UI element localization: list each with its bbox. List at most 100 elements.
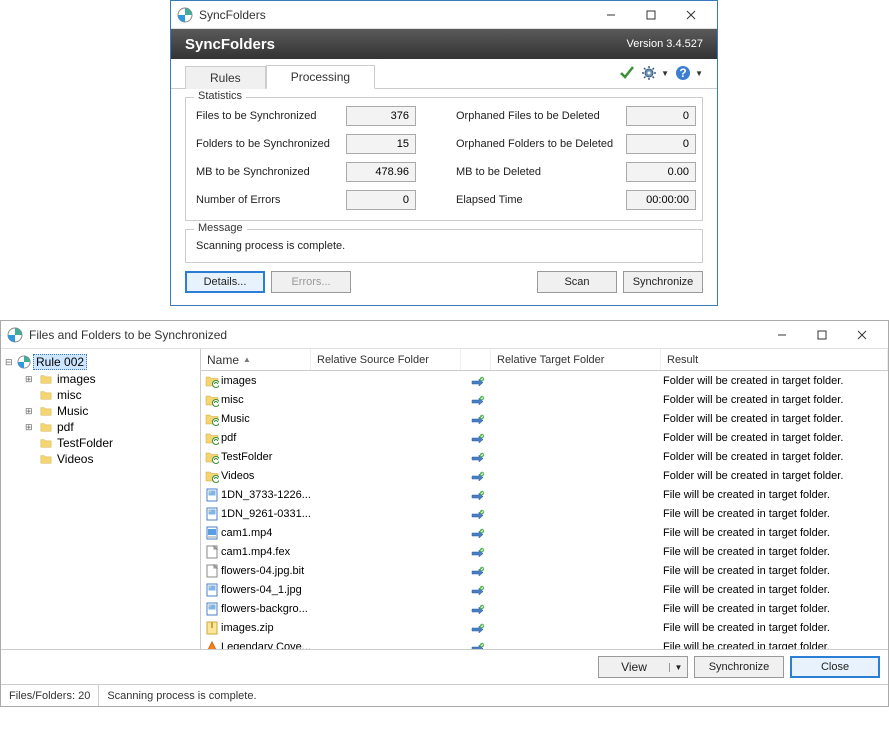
mb-deleted-label: MB to be Deleted [456, 166, 626, 178]
tab-processing[interactable]: Processing [266, 65, 375, 89]
expand-icon[interactable]: ⊞ [25, 422, 35, 433]
file-icon [205, 545, 219, 559]
tree-item[interactable]: misc [3, 387, 198, 403]
footer-buttons: View▼ Synchronize Close [1, 649, 888, 684]
message-text: Scanning process is complete. [196, 238, 692, 252]
errors-value: 0 [346, 190, 416, 210]
synchronize-button[interactable]: Synchronize [694, 656, 784, 678]
tree-root[interactable]: ⊟ Rule 002 [3, 353, 198, 371]
tree-item[interactable]: Videos [3, 451, 198, 467]
mb-sync-label: MB to be Synchronized [196, 166, 346, 178]
dropdown-icon[interactable]: ▼ [669, 663, 687, 672]
folder-icon [205, 412, 219, 426]
list-row[interactable]: 1DN_9261-0331...File will be created in … [201, 504, 888, 523]
version-label: Version 3.4.527 [627, 38, 703, 50]
image-icon [205, 583, 219, 597]
sync-arrow-icon [471, 471, 485, 481]
view-button[interactable]: View▼ [598, 656, 688, 678]
syncfolders-main-window: SyncFolders SyncFolders Version 3.4.527 … [170, 0, 718, 306]
tree-item[interactable]: ⊞pdf [3, 419, 198, 435]
expand-icon[interactable]: ⊞ [25, 374, 35, 385]
orphaned-folders-label: Orphaned Folders to be Deleted [456, 138, 626, 150]
tab-rules[interactable]: Rules [185, 66, 266, 89]
tree-item[interactable]: ⊞Music [3, 403, 198, 419]
minimize-button[interactable] [591, 2, 631, 28]
folder-icon [39, 389, 53, 401]
folder-icon [39, 405, 53, 417]
tree-item[interactable]: ⊞images [3, 371, 198, 387]
list-row[interactable]: VideosFolder will be created in target f… [201, 466, 888, 485]
gear-icon[interactable] [641, 65, 657, 81]
sync-arrow-icon [471, 452, 485, 462]
help-icon[interactable] [675, 65, 691, 81]
list-row[interactable]: pdfFolder will be created in target fold… [201, 428, 888, 447]
message-group: Message Scanning process is complete. [185, 229, 703, 263]
folder-icon [205, 450, 219, 464]
row-result: File will be created in target folder. [663, 565, 888, 577]
expand-icon[interactable]: ⊞ [25, 406, 35, 417]
collapse-icon[interactable]: ⊟ [5, 357, 15, 368]
list-row[interactable]: flowers-backgro...File will be created i… [201, 599, 888, 618]
banner: SyncFolders Version 3.4.527 [171, 29, 717, 59]
row-name: pdf [221, 432, 313, 444]
maximize-button[interactable] [802, 322, 842, 348]
close-button[interactable] [671, 2, 711, 28]
list-row[interactable]: images Folder will be created in target f… [201, 371, 888, 390]
details-button[interactable]: Details... [185, 271, 265, 293]
status-message: Scanning process is complete. [99, 685, 888, 706]
synchronize-button[interactable]: Synchronize [623, 271, 703, 293]
column-name[interactable]: Name▲ [201, 349, 311, 370]
row-result: Folder will be created in target folder. [663, 375, 888, 387]
scan-button[interactable]: Scan [537, 271, 617, 293]
sync-arrow-icon [471, 490, 485, 500]
column-result[interactable]: Result [661, 349, 888, 370]
tab-bar: Rules Processing ▼ ▼ [171, 59, 717, 89]
minimize-button[interactable] [762, 322, 802, 348]
row-name: cam1.mp4 [221, 527, 313, 539]
list-row[interactable]: 1DN_3733-1226...File will be created in … [201, 485, 888, 504]
close-button[interactable] [842, 322, 882, 348]
help-dropdown-icon[interactable]: ▼ [695, 69, 703, 78]
maximize-button[interactable] [631, 2, 671, 28]
list-row[interactable]: cam1.mp4File will be created in target f… [201, 523, 888, 542]
row-name: images.zip [221, 622, 313, 634]
list-row[interactable]: miscFolder will be created in target fol… [201, 390, 888, 409]
window-title: SyncFolders [199, 8, 591, 22]
list-pane: Name▲ Relative Source Folder Relative Ta… [201, 349, 888, 649]
list-row[interactable]: flowers-04_1.jpgFile will be created in … [201, 580, 888, 599]
row-result: Folder will be created in target folder. [663, 451, 888, 463]
gear-dropdown-icon[interactable]: ▼ [661, 69, 669, 78]
close-button[interactable]: Close [790, 656, 880, 678]
tree-root-label[interactable]: Rule 002 [33, 354, 87, 370]
row-result: File will be created in target folder. [663, 508, 888, 520]
image-icon [205, 602, 219, 616]
app-icon [7, 327, 23, 343]
errors-button[interactable]: Errors... [271, 271, 351, 293]
mb-sync-value: 478.96 [346, 162, 416, 182]
list-row[interactable]: images.zipFile will be created in target… [201, 618, 888, 637]
window-title: Files and Folders to be Synchronized [29, 328, 762, 342]
list-row[interactable]: Legendary Cove...File will be created in… [201, 637, 888, 649]
column-target[interactable]: Relative Target Folder [491, 349, 661, 370]
column-action[interactable] [461, 349, 491, 370]
mb-deleted-value: 0.00 [626, 162, 696, 182]
list-header: Name▲ Relative Source Folder Relative Ta… [201, 349, 888, 371]
sync-arrow-icon [471, 585, 485, 595]
folder-icon [39, 373, 53, 385]
row-name: images [221, 375, 313, 387]
folder-icon [39, 421, 53, 433]
sync-arrow-icon [471, 376, 485, 386]
title-bar: SyncFolders [171, 1, 717, 29]
list-row[interactable]: MusicFolder will be created in target fo… [201, 409, 888, 428]
list-row[interactable]: flowers-04.jpg.bitFile will be created i… [201, 561, 888, 580]
tree-item[interactable]: TestFolder [3, 435, 198, 451]
row-name: 1DN_3733-1226... [221, 489, 313, 501]
row-name: Videos [221, 470, 313, 482]
list-rows[interactable]: images Folder will be created in target f… [201, 371, 888, 649]
sync-arrow-icon [471, 547, 485, 557]
column-source[interactable]: Relative Source Folder [311, 349, 461, 370]
list-row[interactable]: TestFolderFolder will be created in targ… [201, 447, 888, 466]
list-row[interactable]: cam1.mp4.fexFile will be created in targ… [201, 542, 888, 561]
check-icon[interactable] [619, 65, 635, 81]
tree-item-label: misc [57, 388, 82, 402]
